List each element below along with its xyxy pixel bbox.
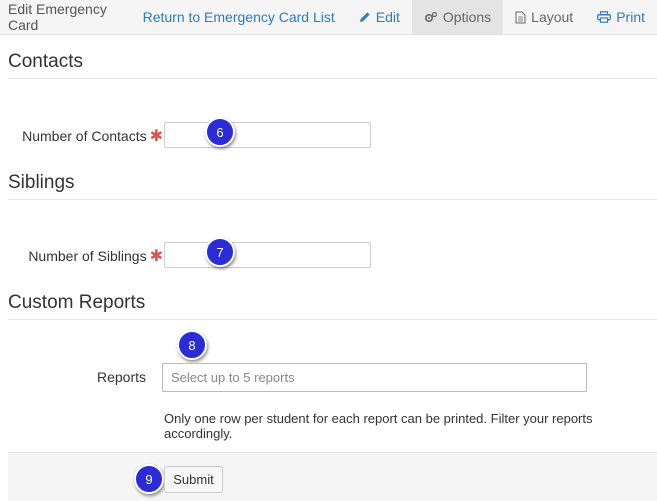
edit-link[interactable]: Edit — [347, 0, 412, 34]
contacts-label-text: Number of Contacts — [22, 128, 147, 144]
step-badge-8: 8 — [177, 330, 207, 360]
printer-icon — [597, 11, 612, 23]
reports-help-text: Only one row per student for each report… — [164, 411, 593, 441]
contacts-heading: Contacts — [8, 51, 83, 72]
required-asterisk-icon: ✱ — [149, 128, 163, 145]
custom-reports-heading: Custom Reports — [8, 292, 146, 313]
custom-reports-divider — [8, 319, 657, 320]
step-badge-7: 7 — [205, 237, 235, 267]
siblings-divider — [8, 199, 657, 200]
print-label: Print — [616, 9, 645, 25]
number-of-contacts-input[interactable] — [164, 122, 371, 148]
return-to-list-link[interactable]: Return to Emergency Card List — [131, 0, 347, 34]
options-label: Options — [442, 9, 492, 25]
siblings-label: Number of Siblings ✱ — [20, 246, 163, 266]
submit-button[interactable]: Submit — [164, 466, 223, 493]
layout-link[interactable]: Layout — [503, 0, 585, 34]
layout-label: Layout — [531, 9, 574, 25]
options-link[interactable]: Options — [411, 0, 504, 34]
reports-label: Reports — [96, 369, 146, 385]
return-to-list-label: Return to Emergency Card List — [142, 9, 335, 25]
page-title: Edit Emergency Card — [8, 1, 107, 33]
pencil-icon — [359, 12, 370, 22]
reports-select[interactable]: Select up to 5 reports — [162, 363, 587, 392]
step-badge-6: 6 — [205, 117, 235, 147]
step-badge-9: 9 — [134, 464, 164, 494]
required-asterisk-icon: ✱ — [149, 248, 163, 265]
siblings-label-text: Number of Siblings — [28, 248, 147, 264]
edit-label: Edit — [375, 9, 400, 25]
top-nav: Edit Emergency Card Return to Emergency … — [0, 0, 657, 35]
number-of-siblings-input[interactable] — [164, 242, 371, 268]
siblings-heading: Siblings — [8, 172, 75, 193]
document-icon — [515, 11, 526, 23]
print-link[interactable]: Print — [585, 0, 657, 34]
gears-icon — [424, 11, 438, 23]
contacts-divider — [8, 78, 657, 79]
contacts-label: Number of Contacts ✱ — [20, 126, 163, 146]
form-footer — [8, 452, 657, 501]
